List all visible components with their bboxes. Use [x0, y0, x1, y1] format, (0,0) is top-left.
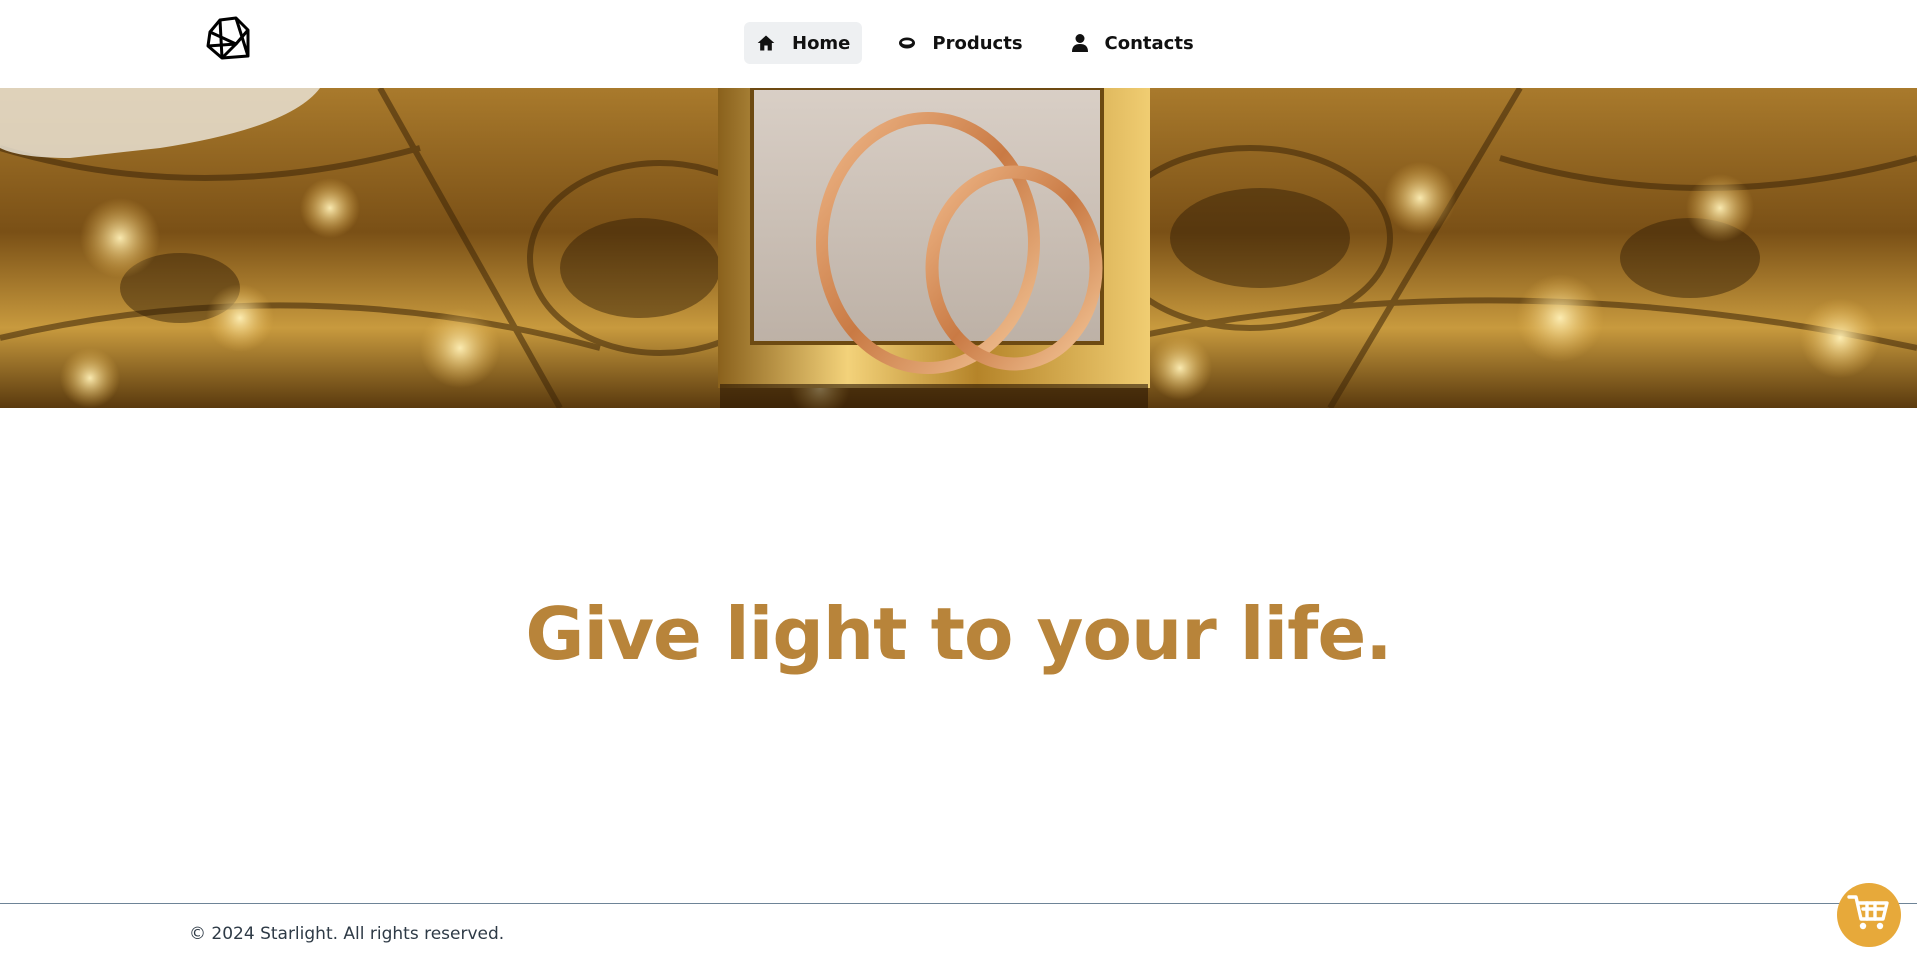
- person-icon: [1071, 33, 1089, 53]
- nav-item-products[interactable]: Products: [886, 22, 1034, 64]
- nav-item-contacts[interactable]: Contacts: [1059, 22, 1206, 64]
- site-header: Home Products Contacts: [0, 0, 1917, 88]
- main-nav: Home Products Contacts: [744, 22, 1206, 64]
- cart-button[interactable]: [1837, 883, 1901, 947]
- ring-icon: [898, 36, 916, 50]
- nav-item-home[interactable]: Home: [744, 22, 863, 64]
- shopping-cart-icon: [1847, 893, 1891, 937]
- hero-image: [0, 88, 1917, 408]
- home-icon: [756, 33, 776, 53]
- nav-label-contacts: Contacts: [1104, 32, 1194, 54]
- copyright-text: © 2024 Starlight. All rights reserved.: [189, 924, 505, 944]
- site-footer: © 2024 Starlight. All rights reserved.: [0, 903, 1917, 962]
- nav-label-home: Home: [792, 32, 851, 54]
- hero-tagline: Give light to your life.: [525, 592, 1392, 676]
- nav-label-products: Products: [932, 32, 1023, 54]
- diamond-gem-icon[interactable]: [206, 16, 250, 60]
